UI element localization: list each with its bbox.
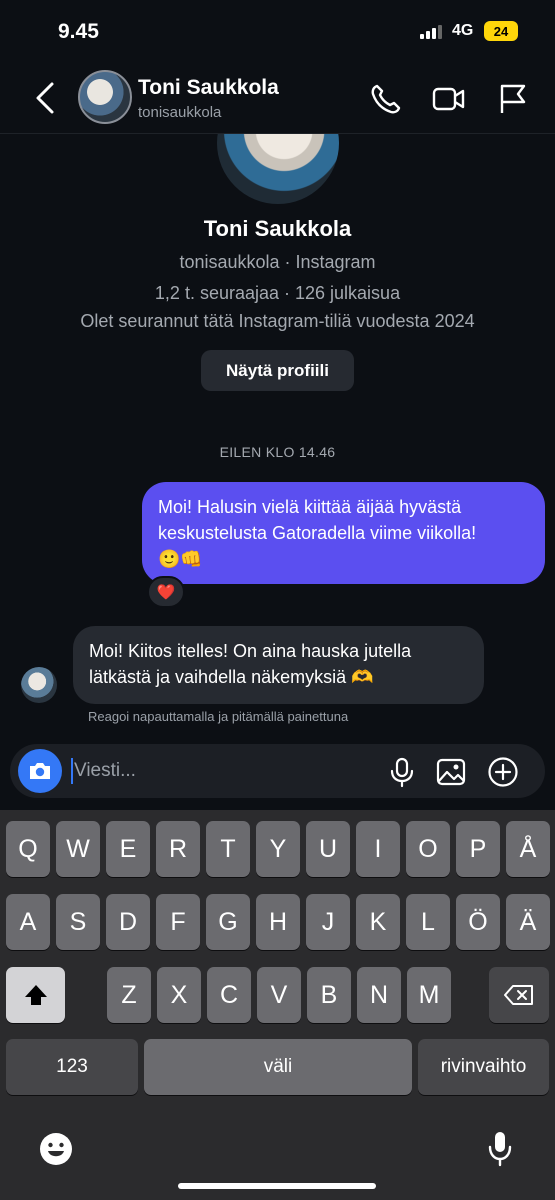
key-m[interactable]: M	[407, 967, 451, 1023]
shift-icon	[24, 985, 47, 1005]
home-indicator	[178, 1183, 376, 1189]
flag-icon[interactable]	[496, 82, 530, 116]
message-line: lätkästä ja vaihdella näkemyksiä 🫶	[89, 667, 374, 687]
message-line: keskustelusta Gatoradella viime viikolla…	[158, 523, 477, 543]
video-camera-icon[interactable]	[431, 82, 465, 116]
camera-icon	[30, 763, 50, 779]
key-k[interactable]: K	[356, 894, 400, 950]
key-a[interactable]: A	[6, 894, 50, 950]
view-profile-button[interactable]: Näytä profiili	[201, 350, 354, 391]
key-r[interactable]: R	[156, 821, 200, 877]
key-w[interactable]: W	[56, 821, 100, 877]
message-composer	[10, 744, 545, 798]
reaction-hint: Reagoi napauttamalla ja pitämällä painet…	[88, 709, 349, 724]
key-å[interactable]: Å	[506, 821, 550, 877]
phone-icon[interactable]	[368, 82, 402, 116]
header-name[interactable]: Toni Saukkola	[138, 76, 279, 100]
header-username[interactable]: tonisaukkola	[138, 104, 221, 121]
key-v[interactable]: V	[257, 967, 301, 1023]
key-p[interactable]: P	[456, 821, 500, 877]
return-key[interactable]: rivinvaihto	[418, 1039, 549, 1095]
key-g[interactable]: G	[206, 894, 250, 950]
network-type: 4G	[452, 22, 474, 39]
message-line: Moi! Kiitos itelles! On aina hauska jute…	[89, 641, 412, 661]
key-q[interactable]: Q	[6, 821, 50, 877]
backspace-key[interactable]	[489, 967, 549, 1023]
space-key[interactable]: väli	[144, 1039, 412, 1095]
key-t[interactable]: T	[206, 821, 250, 877]
key-f[interactable]: F	[156, 894, 200, 950]
key-d[interactable]: D	[106, 894, 150, 950]
message-emoji: 🙂👊	[158, 549, 203, 569]
chat-header: Toni Saukkola tonisaukkola	[0, 62, 555, 134]
profile-stats: 1,2 t. seuraajaa · 126 julkaisua	[154, 283, 401, 303]
key-ö[interactable]: Ö	[456, 894, 500, 950]
chevron-left-icon[interactable]	[30, 80, 60, 116]
dictation-icon[interactable]	[487, 1130, 513, 1168]
emoji-icon[interactable]	[38, 1131, 74, 1167]
shift-key[interactable]	[6, 967, 65, 1023]
key-j[interactable]: J	[306, 894, 350, 950]
battery-level: 24	[493, 23, 509, 39]
key-z[interactable]: Z	[107, 967, 151, 1023]
text-caret	[71, 758, 73, 784]
message-line: Moi! Halusin vielä kiittää äijää hyvästä	[158, 497, 462, 517]
key-n[interactable]: N	[357, 967, 401, 1023]
key-y[interactable]: Y	[256, 821, 300, 877]
profile-source: tonisaukkola · Instagram	[179, 252, 376, 272]
message-timestamp: EILEN KLO 14.46	[219, 444, 336, 460]
image-icon[interactable]	[435, 756, 467, 788]
status-time: 9.45	[58, 20, 99, 43]
signal-icon	[420, 24, 442, 39]
outgoing-message[interactable]: Moi! Halusin vielä kiittää äijää hyvästä…	[142, 482, 545, 584]
key-x[interactable]: X	[157, 967, 201, 1023]
battery-icon: 24	[484, 21, 518, 41]
keyboard: QWERTYUIOPÅ ASDFGHJKLÖÄ ZXCVBNM 123 väli…	[0, 810, 555, 1200]
key-o[interactable]: O	[406, 821, 450, 877]
numbers-key[interactable]: 123	[6, 1039, 138, 1095]
profile-following-since: Olet seurannut tätä Instagram-tiliä vuod…	[80, 311, 475, 331]
key-ä[interactable]: Ä	[506, 894, 550, 950]
key-i[interactable]: I	[356, 821, 400, 877]
profile-name: Toni Saukkola	[203, 216, 352, 241]
message-input[interactable]	[74, 754, 374, 788]
header-avatar[interactable]	[78, 70, 132, 124]
status-bar: 9.45 4G 24	[0, 0, 555, 62]
sender-avatar[interactable]	[21, 667, 57, 703]
key-h[interactable]: H	[256, 894, 300, 950]
key-s[interactable]: S	[56, 894, 100, 950]
key-u[interactable]: U	[306, 821, 350, 877]
camera-button[interactable]	[18, 749, 62, 793]
heart-reaction[interactable]: ❤️	[147, 576, 185, 608]
key-e[interactable]: E	[106, 821, 150, 877]
backspace-icon	[504, 985, 533, 1005]
incoming-message[interactable]: Moi! Kiitos itelles! On aina hauska jute…	[73, 626, 484, 704]
key-l[interactable]: L	[406, 894, 450, 950]
microphone-icon[interactable]	[386, 756, 418, 788]
key-b[interactable]: B	[307, 967, 351, 1023]
key-c[interactable]: C	[207, 967, 251, 1023]
plus-circle-icon[interactable]	[487, 756, 519, 788]
